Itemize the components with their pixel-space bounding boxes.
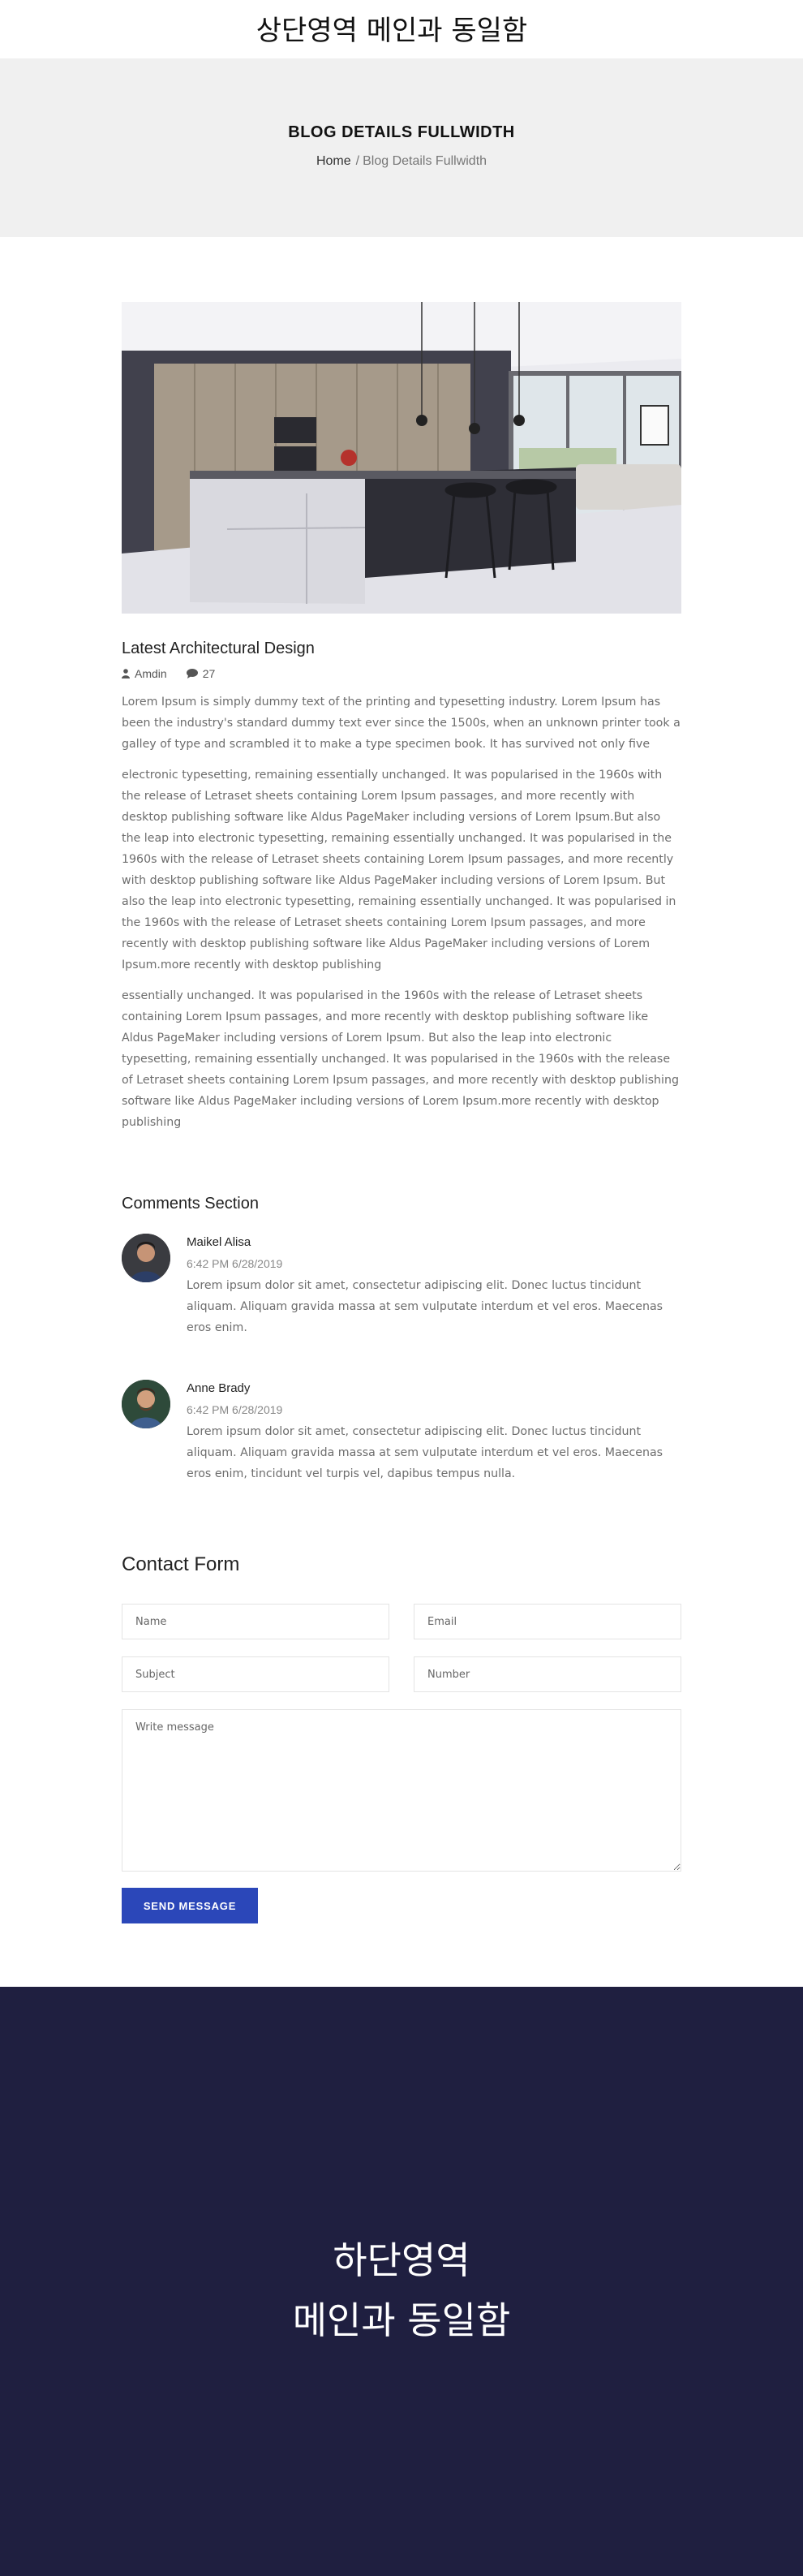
- post-paragraph: electronic typesetting, remaining essent…: [122, 769, 676, 971]
- breadcrumb: Home / Blog Details Fullwidth: [0, 154, 803, 169]
- footer-text: 하단영역 메인과 동일함: [0, 2230, 803, 2350]
- user-icon: [122, 669, 130, 678]
- breadcrumb-current: Blog Details Fullwidth: [363, 154, 487, 168]
- top-banner: 상단영역 메인과 동일함: [0, 0, 803, 58]
- post-author[interactable]: Amdin: [122, 667, 167, 680]
- comments-section-title: Comments Section: [122, 1195, 259, 1213]
- contact-form-title: Contact Form: [122, 1553, 240, 1575]
- message-field[interactable]: [122, 1709, 681, 1872]
- footer-line-2: 메인과 동일함: [292, 2298, 511, 2342]
- post-author-name: Amdin: [135, 667, 167, 680]
- subject-field[interactable]: [122, 1656, 389, 1692]
- footer: 하단영역 메인과 동일함: [0, 1987, 803, 2576]
- page-header: BLOG DETAILS FULLWIDTH Home / Blog Details…: [0, 58, 803, 237]
- comment-text: Lorem ipsum dolor sit amet, consectetur …: [187, 1425, 663, 1480]
- avatar: [122, 1234, 170, 1282]
- comment-author: Anne Brady: [187, 1381, 251, 1395]
- comment-icon: [186, 669, 198, 678]
- post-paragraph: essentially unchanged. It was popularise…: [122, 989, 679, 1129]
- footer-line-1: 하단영역: [333, 2238, 470, 2282]
- top-banner-text: 상단영역 메인과 동일함: [256, 15, 528, 47]
- comment-date: 6:42 PM 6/28/2019: [187, 1403, 283, 1416]
- post-comments-count[interactable]: 27: [186, 667, 216, 680]
- send-message-button[interactable]: SEND MESSAGE: [122, 1888, 258, 1923]
- post-body: Lorem Ipsum is simply dummy text of the …: [122, 691, 681, 1143]
- post-title: Latest Architectural Design: [122, 640, 315, 657]
- post-paragraph: Lorem Ipsum is simply dummy text of the …: [122, 696, 681, 751]
- page-title: BLOG DETAILS FULLWIDTH: [288, 123, 515, 141]
- post-comments-count-value: 27: [202, 667, 216, 680]
- comment-text: Lorem ipsum dolor sit amet, consectetur …: [187, 1279, 663, 1334]
- breadcrumb-separator: /: [355, 154, 360, 168]
- comment-author: Maikel Alisa: [187, 1235, 251, 1249]
- email-field[interactable]: [414, 1604, 681, 1639]
- number-field[interactable]: [414, 1656, 681, 1692]
- name-field[interactable]: [122, 1604, 389, 1639]
- post-featured-image: [122, 302, 681, 614]
- comment-date: 6:42 PM 6/28/2019: [187, 1257, 283, 1270]
- post-meta: Amdin 27: [122, 667, 215, 680]
- avatar: [122, 1380, 170, 1428]
- breadcrumb-home-link[interactable]: Home: [316, 154, 351, 168]
